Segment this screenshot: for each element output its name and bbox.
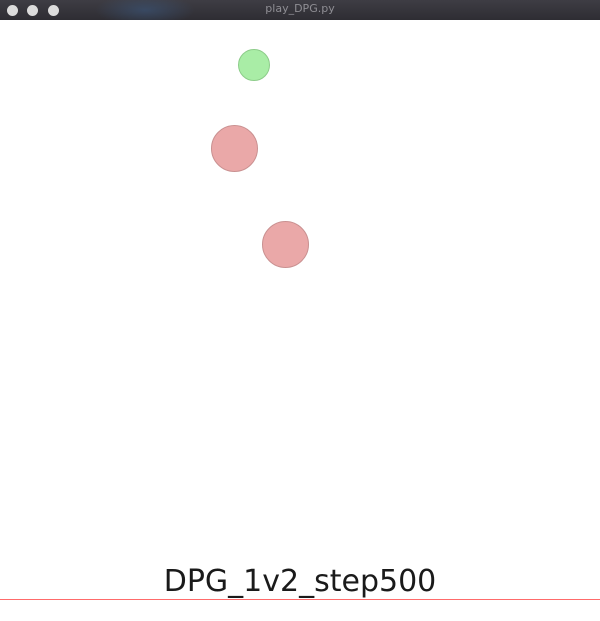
window-title: play_DPG.py xyxy=(265,2,335,15)
render-canvas: DPG_1v2_step500 xyxy=(0,20,600,621)
adversary-agent-circle xyxy=(262,221,309,268)
app-window: play_DPG.py DPG_1v2_step500 xyxy=(0,0,600,621)
ground-line xyxy=(0,599,600,600)
title-bar[interactable]: play_DPG.py xyxy=(0,0,600,20)
good-agent-circle xyxy=(238,49,270,81)
step-caption: DPG_1v2_step500 xyxy=(163,564,437,599)
adversary-agent-circle xyxy=(211,125,258,172)
